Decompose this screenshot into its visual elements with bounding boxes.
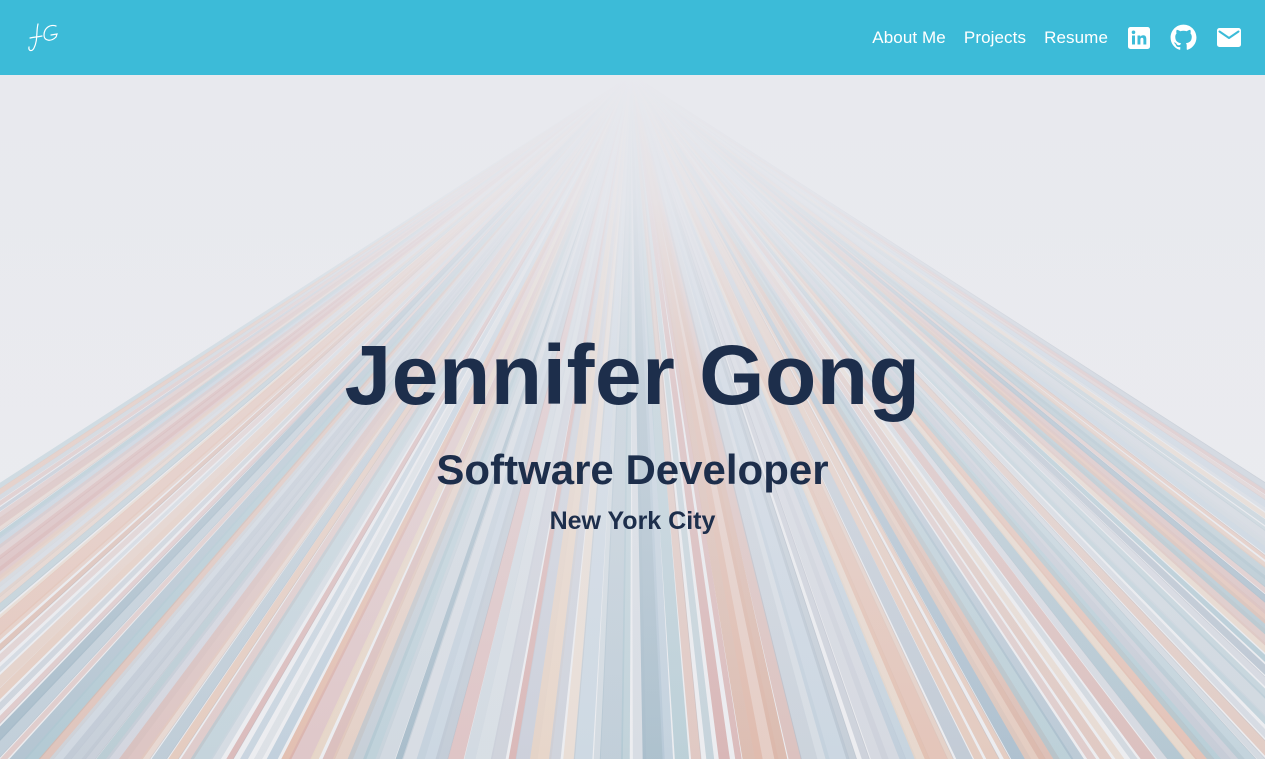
- linkedin-icon[interactable]: [1128, 26, 1150, 49]
- nav-menu: About Me Projects Resume: [872, 0, 1241, 75]
- hero-job-title: Software Developer: [436, 446, 829, 493]
- github-icon[interactable]: [1170, 24, 1197, 51]
- logo[interactable]: [24, 18, 64, 58]
- hero-name: Jennifer Gong: [344, 328, 921, 422]
- hero-section: Jennifer Gong Software Developer New Yor…: [0, 75, 1265, 759]
- nav-link-resume[interactable]: Resume: [1044, 28, 1108, 48]
- navbar: About Me Projects Resume: [0, 0, 1265, 75]
- logo-signature-icon: [28, 22, 58, 51]
- mail-icon[interactable]: [1217, 28, 1241, 47]
- nav-link-about-me[interactable]: About Me: [872, 28, 946, 48]
- hero-location: New York City: [549, 507, 716, 535]
- nav-link-projects[interactable]: Projects: [964, 28, 1026, 48]
